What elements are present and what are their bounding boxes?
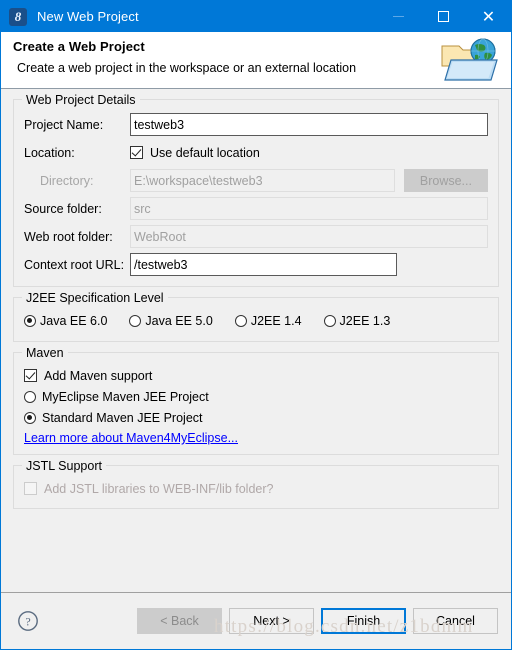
j2ee-radio-row: Java EE 6.0 Java EE 5.0 J2EE 1.4 J2EE 1.… xyxy=(24,310,488,332)
myeclipse-logo-icon: 8 xyxy=(9,7,27,26)
radio-label: Standard Maven JEE Project xyxy=(42,410,203,425)
use-default-location-checkbox[interactable]: Use default location xyxy=(130,146,260,160)
group-j2ee-specification-level: J2EE Specification Level Java EE 6.0 Jav… xyxy=(13,291,499,342)
radio-circle-icon xyxy=(24,315,36,327)
source-folder-label: Source folder: xyxy=(24,201,102,216)
directory-input xyxy=(130,169,395,192)
group-title-maven: Maven xyxy=(22,346,68,360)
radio-circle-icon xyxy=(323,315,336,327)
group-maven: Maven Add Maven support MyEclipse Maven … xyxy=(13,346,499,455)
checkbox-box-icon xyxy=(130,146,143,159)
radio-myeclipse-maven-jee-project[interactable]: MyEclipse Maven JEE Project xyxy=(24,386,488,407)
context-root-label: Context root URL: xyxy=(24,257,125,272)
radio-wrap: MyEclipse Maven JEE Project xyxy=(24,390,209,404)
new-web-project-dialog: 8 New Web Project ✕ Create a Web Project… xyxy=(0,0,512,650)
navigation-buttons: < Back Next > Finish Cancel xyxy=(137,608,498,634)
next-button[interactable]: Next > xyxy=(229,608,314,634)
radio-circle-icon xyxy=(24,411,36,424)
radio-circle-icon xyxy=(24,390,36,403)
row-directory: Directory: Browse... xyxy=(24,168,488,193)
radio-label: J2EE 1.4 xyxy=(250,314,302,328)
radio-label: MyEclipse Maven JEE Project xyxy=(42,389,209,404)
browse-button: Browse... xyxy=(403,169,488,192)
title-bar: 8 New Web Project ✕ xyxy=(1,1,511,32)
dialog-content: Web Project Details Project Name: Locati… xyxy=(1,89,511,592)
radio-wrap: Standard Maven JEE Project xyxy=(24,411,203,425)
use-default-location-label: Use default location xyxy=(150,145,260,160)
dialog-button-bar: ? < Back Next > Finish Cancel xyxy=(1,593,511,649)
group-title-j2ee: J2EE Specification Level xyxy=(22,291,168,305)
dialog-header: Create a Web Project Create a web projec… xyxy=(1,32,511,89)
radio-circle-icon xyxy=(129,315,142,327)
radio-java-ee-50[interactable]: Java EE 5.0 xyxy=(129,314,213,328)
add-jstl-libraries-checkbox: Add JSTL libraries to WEB-INF/lib folder… xyxy=(24,478,488,499)
group-title-jstl: JSTL Support xyxy=(22,459,106,473)
page-title: Create a Web Project xyxy=(13,39,145,54)
row-project-name: Project Name: xyxy=(24,112,488,137)
radio-j2ee-14[interactable]: J2EE 1.4 xyxy=(234,314,302,328)
project-name-input[interactable] xyxy=(130,113,488,136)
maximize-icon[interactable] xyxy=(421,1,466,32)
radio-circle-icon xyxy=(234,315,247,327)
close-icon[interactable]: ✕ xyxy=(466,1,511,32)
add-maven-support-checkbox[interactable]: Add Maven support xyxy=(24,365,488,386)
radio-label: J2EE 1.3 xyxy=(339,314,391,328)
minimize-icon[interactable] xyxy=(376,1,421,32)
radio-java-ee-60[interactable]: Java EE 6.0 xyxy=(24,314,107,328)
group-jstl-support: JSTL Support Add JSTL libraries to WEB-I… xyxy=(13,459,499,509)
web-folder-globe-icon xyxy=(439,36,501,86)
help-question-icon[interactable]: ? xyxy=(17,610,39,632)
web-root-folder-label: Web root folder: xyxy=(24,229,113,244)
finish-button[interactable]: Finish xyxy=(321,608,406,634)
back-button: < Back xyxy=(137,608,222,634)
radio-label: Java EE 6.0 xyxy=(40,314,108,328)
row-context-root: Context root URL: xyxy=(24,252,488,277)
window-controls: ✕ xyxy=(376,1,511,32)
checkbox-box-icon xyxy=(24,482,37,495)
radio-standard-maven-jee-project[interactable]: Standard Maven JEE Project xyxy=(24,407,488,428)
add-maven-support-label: Add Maven support xyxy=(44,368,153,383)
svg-text:?: ? xyxy=(25,615,30,629)
group-web-project-details: Web Project Details Project Name: Locati… xyxy=(13,93,499,287)
page-subtitle: Create a web project in the workspace or… xyxy=(17,61,357,75)
add-jstl-libraries-label: Add JSTL libraries to WEB-INF/lib folder… xyxy=(44,481,274,496)
radio-j2ee-13[interactable]: J2EE 1.3 xyxy=(323,314,391,328)
source-folder-input xyxy=(130,197,488,220)
row-location: Location: Use default location xyxy=(24,140,488,165)
row-source-folder: Source folder: xyxy=(24,196,488,221)
maven4myeclipse-link[interactable]: Learn more about Maven4MyEclipse... xyxy=(24,431,238,445)
row-web-root-folder: Web root folder: xyxy=(24,224,488,249)
cancel-button[interactable]: Cancel xyxy=(413,608,498,634)
group-title-web-project-details: Web Project Details xyxy=(22,93,140,107)
project-name-label: Project Name: xyxy=(24,117,104,132)
checkbox-box-icon xyxy=(24,369,37,382)
context-root-input[interactable] xyxy=(130,253,397,276)
web-root-folder-input xyxy=(130,225,488,248)
window-title: New Web Project xyxy=(37,9,139,24)
directory-label: Directory: xyxy=(40,173,94,188)
radio-label: Java EE 5.0 xyxy=(145,314,213,328)
location-label: Location: xyxy=(24,145,75,160)
